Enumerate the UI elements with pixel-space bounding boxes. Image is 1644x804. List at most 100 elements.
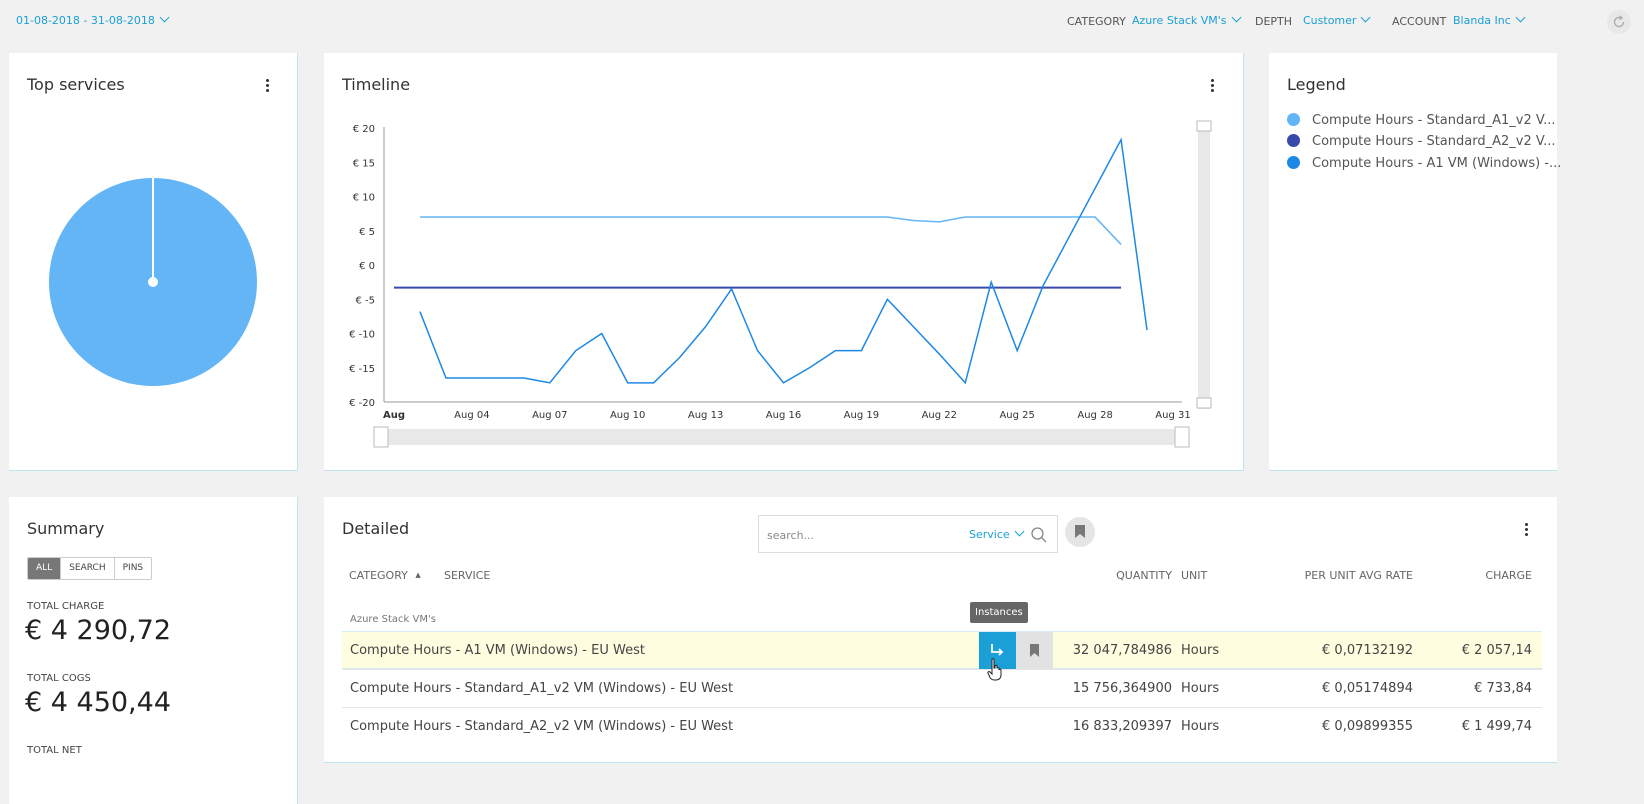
category-dropdown[interactable]: Azure Stack VM's	[1132, 12, 1241, 27]
detailed-card: Detailed Service CATEGORY ▲ SERVICE QUAN…	[324, 497, 1557, 763]
rate-cell: € 0,05174894	[1322, 681, 1413, 696]
unit-cell: Hours	[1181, 719, 1220, 734]
series-line-3[interactable]	[419, 137, 1148, 385]
range-navigator-track[interactable]	[376, 429, 1188, 445]
unit-cell: Hours	[1181, 681, 1220, 696]
vertical-scroll-handle-top[interactable]	[1196, 120, 1212, 132]
x-tick-label: Aug 28	[1077, 410, 1112, 421]
total-cogs-value: € 4 450,44	[25, 687, 171, 718]
category-value: Azure Stack VM's	[1132, 14, 1227, 27]
more-options-icon[interactable]	[1518, 523, 1534, 539]
search-mode-value: Service	[969, 528, 1010, 541]
search-input[interactable]	[767, 525, 947, 545]
instances-tooltip: Instances	[970, 602, 1028, 623]
y-tick-label: € -15	[349, 364, 375, 375]
y-tick-label: € 20	[353, 124, 375, 135]
column-header-category[interactable]: CATEGORY ▲	[349, 569, 421, 582]
legend-dot-icon	[1287, 156, 1300, 169]
legend-item-label: Compute Hours - A1 VM (Windows) -...	[1312, 156, 1562, 171]
charge-cell: € 733,84	[1474, 681, 1532, 696]
x-tick-label: Aug 13	[688, 410, 723, 421]
pin-row-button[interactable]	[1016, 632, 1053, 669]
refresh-button[interactable]	[1607, 10, 1631, 34]
y-tick-label: € -10	[349, 330, 375, 341]
column-header-quantity[interactable]: QUANTITY	[1094, 569, 1172, 582]
rate-cell: € 0,07132192	[1322, 643, 1413, 658]
x-tick-label: Aug 04	[454, 410, 489, 421]
charge-cell: € 1 499,74	[1461, 719, 1532, 734]
unit-cell: Hours	[1181, 643, 1220, 658]
total-net-label: TOTAL NET	[27, 745, 82, 756]
chevron-down-icon	[1515, 12, 1526, 23]
y-tick-label: € -20	[349, 398, 375, 409]
legend-dot-icon	[1287, 113, 1300, 126]
group-label: Azure Stack VM's	[350, 614, 436, 625]
vertical-scroll-handle-bottom[interactable]	[1196, 397, 1212, 409]
column-header-service[interactable]: SERVICE	[444, 569, 490, 582]
filter-all-button[interactable]: ALL	[28, 558, 62, 579]
legend-item-label: Compute Hours - Standard_A2_v2 V...	[1312, 134, 1556, 149]
x-tick-label: Aug 31	[1155, 410, 1190, 421]
search-icon[interactable]	[1030, 526, 1048, 544]
account-value: Blanda Inc	[1453, 14, 1511, 27]
quantity-cell: 15 756,364900	[1072, 681, 1172, 696]
chevron-down-icon	[1014, 526, 1025, 537]
filter-pins-button[interactable]: PINS	[114, 558, 152, 579]
legend-dot-icon	[1287, 134, 1300, 147]
top-filter-bar: 01-08-2018 - 31-08-2018 CATEGORY Azure S…	[0, 0, 1644, 44]
y-tick-label: € 0	[359, 261, 375, 272]
search-mode-dropdown[interactable]: Service	[969, 526, 1025, 541]
vertical-scroll-track[interactable]	[1198, 123, 1210, 409]
y-tick-label: € -5	[355, 295, 375, 306]
legend-item[interactable]: Compute Hours - Standard_A1_v2 V...	[1287, 113, 1555, 131]
legend-item[interactable]: Compute Hours - Standard_A2_v2 V...	[1287, 134, 1555, 152]
y-tick-label: € 15	[353, 158, 375, 169]
x-tick-label: Aug	[383, 410, 405, 421]
chevron-down-icon	[1231, 12, 1241, 23]
depth-dropdown[interactable]: Customer	[1303, 12, 1371, 27]
pins-filter-button[interactable]	[1065, 517, 1095, 547]
timeline-card: Timeline € 20 € 15 € 10 € 5 € 0 € -5 € -10 € -1…	[324, 53, 1244, 471]
column-header-rate[interactable]: PER UNIT AVG RATE	[1284, 569, 1413, 582]
summary-card: Summary ALL SEARCH PINS TOTAL CHARGE € 4…	[9, 497, 298, 804]
summary-title: Summary	[27, 519, 105, 538]
legend-card: Legend Compute Hours - Standard_A1_v2 V.…	[1269, 53, 1561, 471]
total-cogs-label: TOTAL COGS	[27, 673, 91, 684]
depth-value: Customer	[1303, 14, 1357, 27]
table-row[interactable]: Compute Hours - A1 VM (Windows) - EU Wes…	[342, 631, 1542, 669]
bookmark-icon	[1075, 525, 1085, 538]
range-navigator-left-handle[interactable]	[373, 426, 389, 448]
chevron-down-icon	[159, 12, 170, 23]
column-header-unit[interactable]: UNIT	[1181, 569, 1207, 582]
column-header-charge[interactable]: CHARGE	[1454, 569, 1532, 582]
chevron-down-icon	[1360, 12, 1371, 23]
service-cell: Compute Hours - Standard_A1_v2 VM (Windo…	[350, 681, 734, 696]
x-tick-label: Aug 25	[999, 410, 1034, 421]
rate-cell: € 0,09899355	[1322, 719, 1413, 734]
top-services-pie[interactable]	[9, 53, 298, 471]
y-tick-label: € 5	[359, 227, 375, 238]
date-range-value: 01-08-2018 - 31-08-2018	[16, 14, 155, 27]
account-dropdown[interactable]: Blanda Inc	[1453, 12, 1526, 27]
filter-search-button[interactable]: SEARCH	[61, 558, 115, 579]
charge-cell: € 2 057,14	[1461, 643, 1532, 658]
date-range-picker[interactable]: 01-08-2018 - 31-08-2018	[16, 12, 170, 27]
quantity-cell: 16 833,209397	[1072, 719, 1172, 734]
hand-cursor-icon	[987, 658, 1002, 681]
series-line-1[interactable]	[419, 216, 1122, 245]
y-tick-label: € 10	[353, 193, 375, 204]
x-tick-label: Aug 16	[766, 410, 801, 421]
table-row[interactable]: Compute Hours - Standard_A1_v2 VM (Windo…	[342, 669, 1542, 707]
depth-label: DEPTH	[1255, 15, 1293, 28]
service-cell: Compute Hours - A1 VM (Windows) - EU Wes…	[350, 643, 645, 658]
refresh-icon	[1613, 15, 1625, 28]
search-box: Service	[758, 515, 1058, 553]
bookmark-icon	[1030, 644, 1039, 657]
x-tick-label: Aug 07	[532, 410, 567, 421]
legend-title: Legend	[1287, 75, 1346, 94]
category-label: CATEGORY	[1067, 15, 1126, 28]
range-navigator-right-handle[interactable]	[1174, 426, 1190, 448]
legend-item[interactable]: Compute Hours - A1 VM (Windows) -...	[1287, 156, 1561, 174]
account-label: ACCOUNT	[1392, 15, 1447, 28]
table-row[interactable]: Compute Hours - Standard_A2_v2 VM (Windo…	[342, 707, 1542, 745]
